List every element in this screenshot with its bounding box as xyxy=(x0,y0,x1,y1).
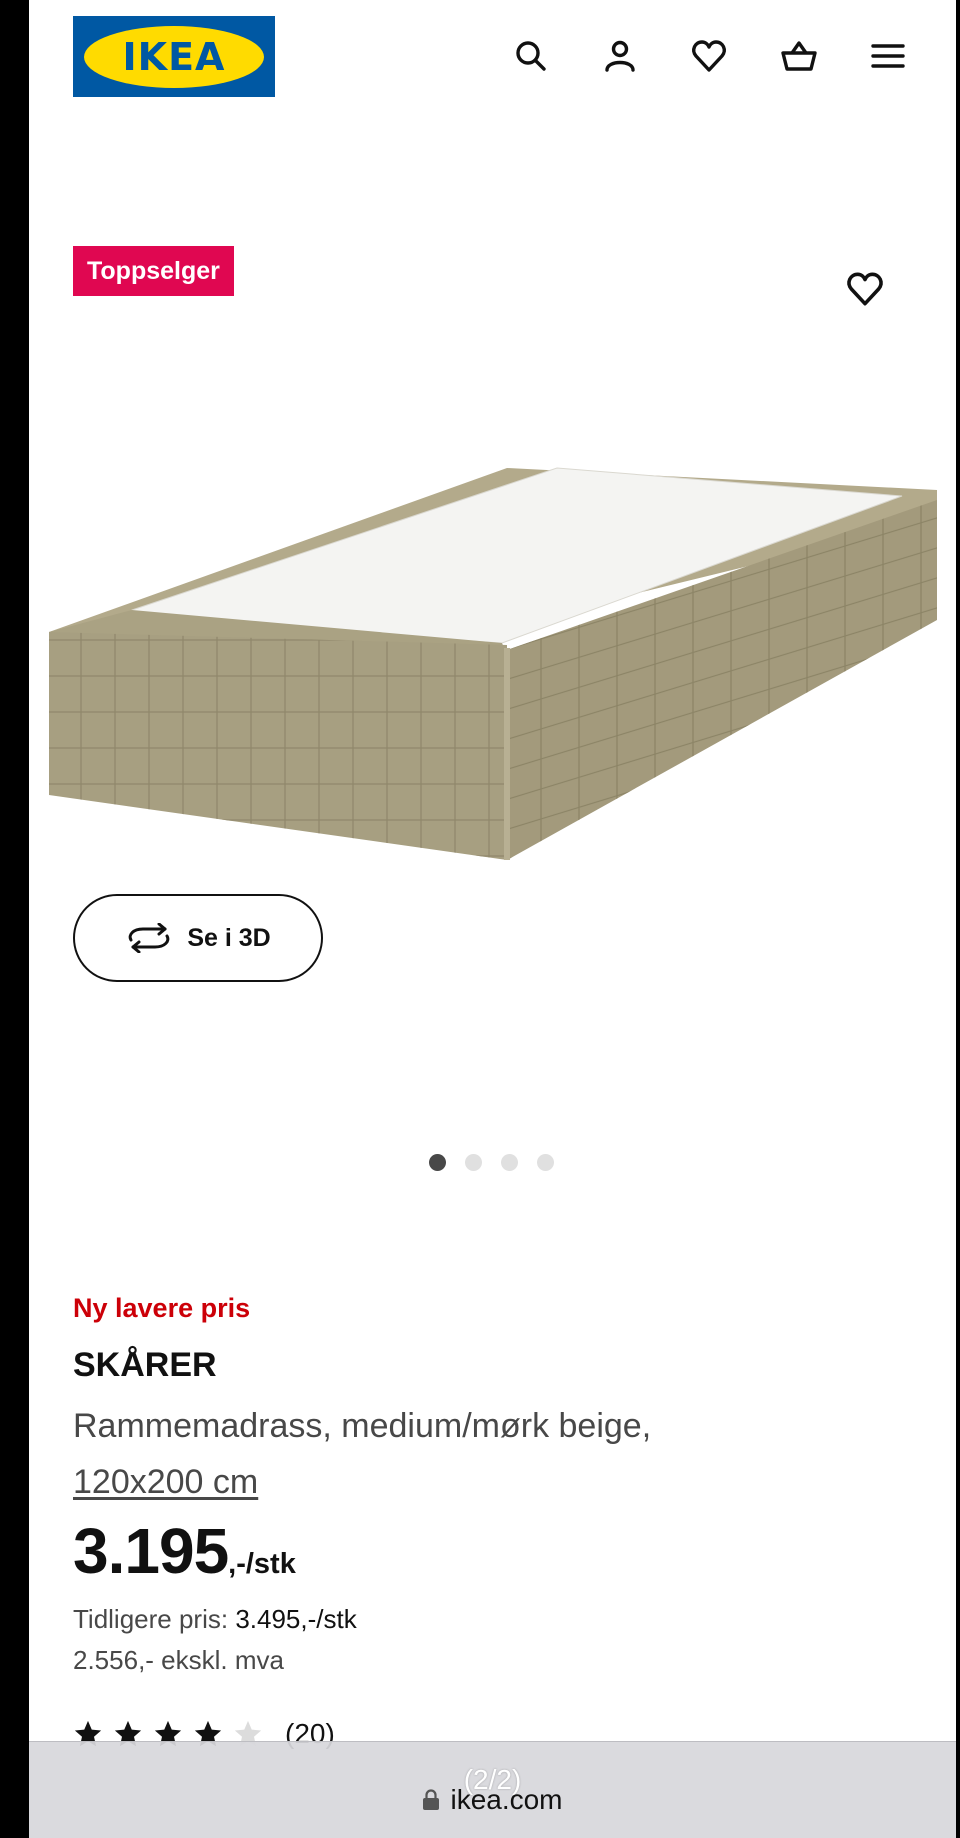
view-in-3d-label: Se i 3D xyxy=(187,923,271,952)
price-unit: ,-/stk xyxy=(228,1548,296,1580)
carousel-dots xyxy=(429,1154,554,1171)
product-image[interactable] xyxy=(47,460,937,870)
top-seller-badge: Toppselger xyxy=(73,246,234,296)
carousel-dot-3[interactable] xyxy=(501,1154,518,1171)
ikea-logo[interactable]: IKEA xyxy=(73,16,275,97)
price-excl-vat: 2.556,- ekskl. mva xyxy=(73,1645,284,1675)
carousel-dot-2[interactable] xyxy=(465,1154,482,1171)
product-price: 3.195 ,-/stk xyxy=(73,1514,296,1588)
rotate-3d-icon xyxy=(129,923,170,953)
carousel-dot-1[interactable] xyxy=(429,1154,446,1171)
logo-text: IKEA xyxy=(122,34,226,79)
product-description-text: Rammemadrass, medium/mørk beige, xyxy=(73,1407,652,1445)
menu-icon[interactable] xyxy=(866,34,910,78)
url-field[interactable]: ikea.com xyxy=(29,1784,956,1816)
new-lower-price-label: Ny lavere pris xyxy=(73,1293,251,1323)
heart-icon[interactable] xyxy=(687,34,731,78)
product-page: IKEA Toppselger Se i 3D Ny lavere pris S… xyxy=(29,0,956,1838)
search-icon[interactable] xyxy=(509,34,553,78)
heart-icon xyxy=(847,272,883,306)
product-name: SKÅRER xyxy=(73,1346,217,1384)
account-icon[interactable] xyxy=(598,34,642,78)
previous-price: Tidligere pris: 3.495,-/stk xyxy=(73,1604,357,1635)
basket-icon[interactable] xyxy=(777,34,821,78)
carousel-dot-4[interactable] xyxy=(537,1154,554,1171)
lock-icon xyxy=(423,1789,440,1810)
price-amount: 3.195 xyxy=(73,1515,229,1587)
previous-price-label: Tidligere pris: xyxy=(73,1604,236,1634)
view-in-3d-button[interactable]: Se i 3D xyxy=(73,894,323,982)
product-size-link[interactable]: 120x200 cm xyxy=(73,1463,258,1501)
product-description: Rammemadrass, medium/mørk beige, 120x200… xyxy=(73,1398,833,1510)
url-text: ikea.com xyxy=(450,1784,563,1815)
browser-address-bar[interactable]: (2/2) ikea.com xyxy=(29,1741,956,1838)
product-favorite-button[interactable] xyxy=(842,266,888,312)
previous-price-value: 3.495,-/stk xyxy=(235,1604,357,1634)
